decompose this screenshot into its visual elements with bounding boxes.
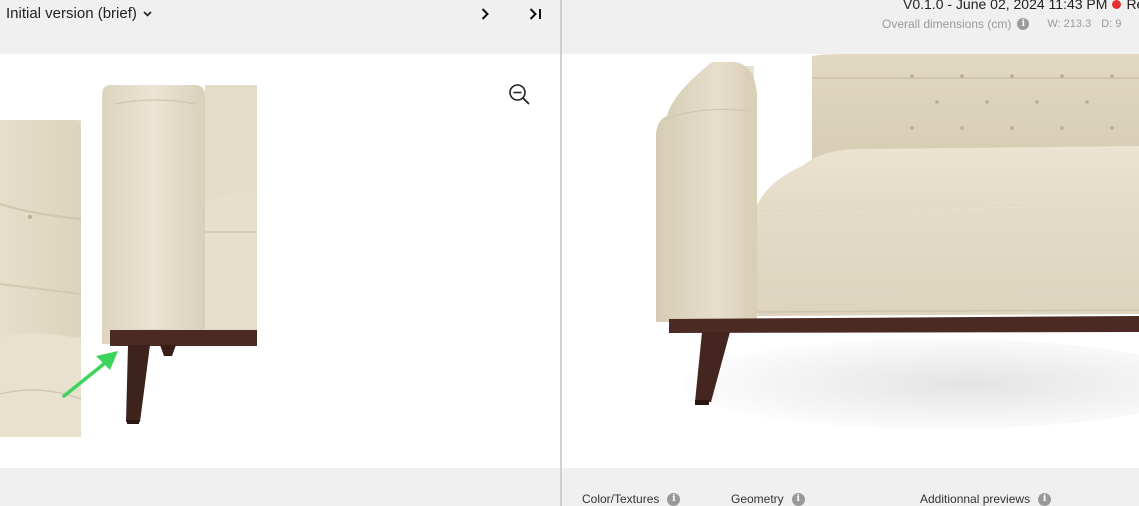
model-sofa-render: [656, 54, 1139, 429]
tab-geometry[interactable]: Geometry i: [731, 492, 805, 506]
right-pane-footer: Color/Textures i Geometry i Additionnal …: [562, 468, 1139, 506]
tab-geometry-label: Geometry: [731, 492, 784, 506]
reference-sofa-image: [0, 85, 257, 437]
tab-additional-previews-label: Additionnal previews: [920, 492, 1031, 506]
right-pane-header: V0.1.0 - June 02, 2024 11:43 PM Re Overa…: [562, 0, 1139, 54]
version-text: V0.1.0 - June 02, 2024 11:43 PM: [903, 0, 1108, 12]
zoom-out-button[interactable]: [508, 83, 530, 105]
last-version-button[interactable]: [527, 4, 545, 24]
skip-to-end-icon: [529, 8, 541, 20]
dimensions-label: Overall dimensions (cm): [882, 17, 1012, 31]
version-dropdown-label: Initial version (brief): [6, 5, 137, 22]
app-root: Initial version (brief) V0.1.0 - June 02…: [0, 0, 1139, 506]
next-version-button[interactable]: [477, 4, 493, 24]
left-pane-footer: [0, 468, 560, 506]
additional-previews-info-icon[interactable]: i: [1038, 492, 1052, 506]
tab-additional-previews[interactable]: Additionnal previews i: [920, 492, 1052, 506]
color-textures-info-icon[interactable]: i: [667, 492, 681, 506]
zoom-out-icon: [509, 84, 530, 105]
status-dot: [1112, 0, 1122, 9]
chevron-right-icon: [481, 8, 489, 20]
dimension-depth: D: 9: [1101, 18, 1122, 30]
geometry-info-icon[interactable]: i: [791, 492, 805, 506]
reference-image-canvas[interactable]: [0, 54, 560, 468]
chevron-down-icon: [143, 10, 152, 17]
tab-color-textures-label: Color/Textures: [582, 492, 660, 506]
tab-color-textures[interactable]: Color/Textures i: [582, 492, 681, 506]
dimensions-row: Overall dimensions (cm) i W: 213.3 D: 9: [882, 17, 1121, 31]
version-dropdown[interactable]: Initial version (brief): [6, 5, 152, 22]
version-info: V0.1.0 - June 02, 2024 11:43 PM Re: [903, 0, 1139, 12]
left-pane-header: Initial version (brief): [0, 0, 560, 54]
model-preview-canvas[interactable]: [562, 54, 1139, 468]
status-label: Re: [1126, 0, 1139, 12]
dimension-width: W: 213.3: [1047, 18, 1092, 30]
dimensions-info-icon[interactable]: i: [1017, 18, 1030, 30]
